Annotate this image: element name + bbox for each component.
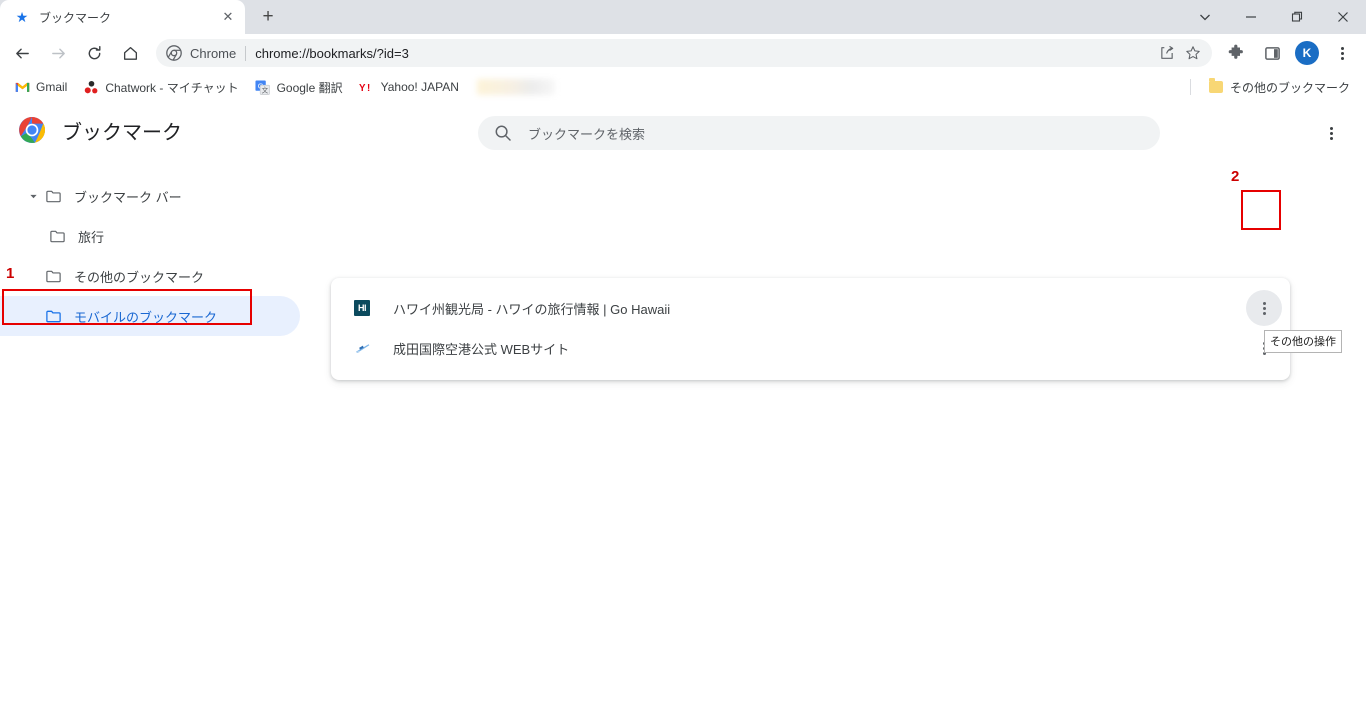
sidebar-item-label: ブックマーク バー — [74, 189, 182, 205]
sidebar-item-label: その他のブックマーク — [74, 269, 205, 285]
bookmarks-bar: Gmail Chatwork - マイチャット G 文 Google 翻訳 Y — [0, 72, 1366, 102]
tab-search-chevron-down-icon[interactable] — [1182, 0, 1228, 34]
chrome-icon — [166, 45, 182, 61]
address-bar[interactable]: Chrome chrome://bookmarks/?id=3 — [156, 39, 1212, 67]
sidebar-item-travel[interactable]: 旅行 — [0, 216, 300, 256]
folder-icon — [48, 227, 66, 245]
forward-button[interactable] — [43, 38, 73, 68]
reload-button[interactable] — [79, 38, 109, 68]
bookmark-bar-item-redacted[interactable] — [476, 79, 555, 95]
bookmark-manager-page: ブックマーク ブックマークを検索 ブックマーク バー 旅行 その他のブックマーク… — [0, 102, 1366, 728]
gmail-icon — [14, 79, 30, 95]
close-window-button[interactable] — [1320, 0, 1366, 34]
window-controls — [1182, 0, 1366, 34]
tooltip-more-actions: その他の操作 — [1264, 330, 1342, 353]
tab-strip: ★ ブックマーク ✕ + — [0, 0, 1366, 34]
home-button[interactable] — [115, 38, 145, 68]
hawaii-icon: HI — [353, 299, 371, 317]
bookmark-bar-item-label: Google 翻訳 — [276, 80, 343, 95]
annotation-box-2 — [1241, 190, 1281, 230]
sidebar-tree: ブックマーク バー 旅行 その他のブックマーク モバイルのブックマーク — [0, 158, 300, 336]
omnibox-scheme-label: Chrome — [190, 45, 237, 61]
browser-menu-three-dots-icon[interactable] — [1327, 38, 1357, 68]
sidebar-item-other-bookmarks[interactable]: その他のブックマーク — [0, 256, 300, 296]
browser-tab-bookmarks[interactable]: ★ ブックマーク ✕ — [0, 0, 245, 34]
omnibox-divider — [245, 45, 247, 61]
page-overflow-three-dots-icon[interactable] — [1318, 120, 1344, 146]
annotation-number-2: 2 — [1231, 168, 1240, 185]
folder-icon — [44, 187, 62, 205]
bookmark-row-menu[interactable] — [1246, 290, 1282, 326]
sidebar-item-mobile-bookmarks[interactable]: モバイルのブックマーク — [0, 296, 300, 336]
star-icon: ★ — [15, 9, 29, 25]
bookmark-bar-item-label: Yahoo! JAPAN — [380, 80, 459, 94]
bookmark-star-outline-icon[interactable] — [1180, 40, 1206, 66]
share-icon[interactable] — [1154, 40, 1180, 66]
minimize-button[interactable] — [1228, 0, 1274, 34]
search-icon — [494, 124, 512, 142]
search-placeholder: ブックマークを検索 — [528, 126, 646, 142]
page-title: ブックマーク — [62, 121, 182, 144]
bookmark-list-item-hawaii[interactable]: HI ハワイ州観光局 - ハワイの旅行情報 | Go Hawaii — [331, 288, 1290, 328]
chatwork-icon — [83, 79, 99, 95]
svg-text:Y: Y — [359, 83, 366, 94]
side-panel-icon[interactable] — [1257, 38, 1287, 68]
bookmark-bar-item-yahoo-japan[interactable]: Y ! Yahoo! JAPAN — [351, 75, 467, 99]
back-button[interactable] — [7, 38, 37, 68]
bookmark-bar-item-label: Chatwork - マイチャット — [105, 80, 239, 95]
chevron-down-icon[interactable] — [22, 192, 44, 201]
omnibox-url[interactable]: chrome://bookmarks/?id=3 — [255, 46, 1154, 61]
profile-avatar[interactable]: K — [1295, 41, 1319, 65]
folder-icon — [44, 307, 62, 325]
omnibox-actions — [1154, 40, 1206, 66]
close-icon[interactable]: ✕ — [219, 8, 237, 26]
bookmark-list-item-narita[interactable]: 成田国際空港公式 WEBサイト — [331, 328, 1290, 368]
extensions-puzzle-icon[interactable] — [1221, 38, 1251, 68]
bookmark-bar-item-google-translate[interactable]: G 文 Google 翻訳 — [247, 75, 351, 99]
annotation-number-1: 1 — [6, 265, 15, 282]
three-dots-glyph — [1329, 126, 1333, 140]
google-translate-icon: G 文 — [255, 79, 271, 95]
tab-title: ブックマーク — [39, 10, 112, 25]
bookmark-bar-item-gmail[interactable]: Gmail — [6, 75, 75, 99]
maximize-restore-button[interactable] — [1274, 0, 1320, 34]
bookmark-bar-other-bookmarks[interactable]: その他のブックマーク — [1200, 75, 1358, 99]
sidebar-item-label: 旅行 — [78, 229, 105, 245]
bookmark-title: 成田国際空港公式 WEBサイト — [393, 341, 570, 357]
folder-icon — [44, 267, 62, 285]
bookmark-title: ハワイ州観光局 - ハワイの旅行情報 | Go Hawaii — [393, 301, 671, 317]
yahoo-japan-icon: Y ! — [359, 79, 375, 95]
divider — [1189, 79, 1191, 95]
bookmark-bar-item-chatwork[interactable]: Chatwork - マイチャット — [75, 75, 246, 99]
chrome-logo — [18, 116, 46, 144]
three-dots-icon — [1262, 301, 1266, 315]
folder-icon — [1208, 78, 1224, 95]
bookmark-bar-item-label: Gmail — [36, 80, 68, 94]
narita-airport-icon — [353, 339, 371, 357]
sidebar-item-bookmarks-bar[interactable]: ブックマーク バー — [0, 176, 300, 216]
page-header: ブックマーク ブックマークを検索 — [0, 102, 1366, 158]
three-dots-glyph — [1340, 46, 1344, 60]
svg-text:文: 文 — [262, 85, 269, 94]
bookmark-list-card: HI ハワイ州観光局 - ハワイの旅行情報 | Go Hawaii 成田国際空港… — [331, 278, 1290, 380]
browser-toolbar: Chrome chrome://bookmarks/?id=3 K — [0, 34, 1366, 72]
svg-text:!: ! — [367, 83, 370, 94]
sidebar-item-label: モバイルのブックマーク — [74, 309, 218, 325]
bookmarks-bar-overflow: その他のブックマーク — [1189, 72, 1358, 102]
search-input[interactable]: ブックマークを検索 — [478, 116, 1160, 150]
new-tab-button[interactable]: + — [254, 3, 282, 31]
other-bookmarks-label: その他のブックマーク — [1229, 80, 1350, 95]
hawaii-favicon-text: HI — [354, 300, 370, 316]
